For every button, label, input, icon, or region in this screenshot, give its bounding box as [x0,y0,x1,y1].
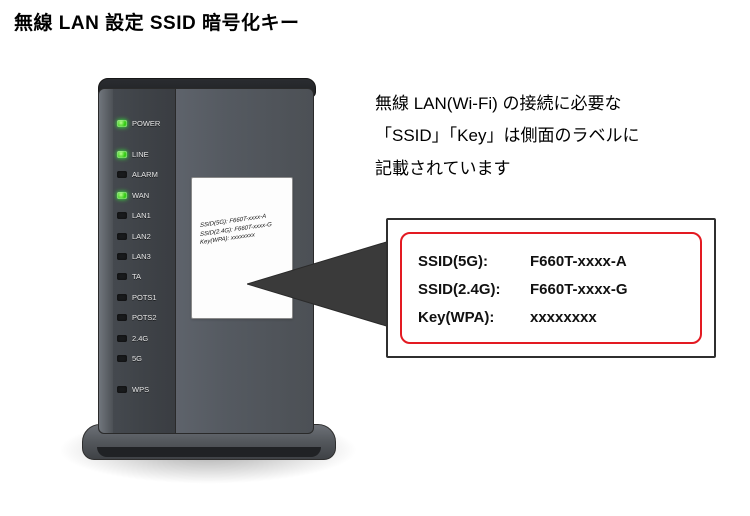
callout-pointer [247,234,393,334]
led-row-power: POWER [117,113,175,133]
led-alarm-icon [117,171,127,178]
led-row-wan: WAN [117,185,175,205]
callout-value: F660T-xxxx-G [530,276,684,304]
led-label: LINE [132,150,149,159]
led-pots2-icon [117,314,127,321]
led-line-icon [117,151,127,158]
led-label: POWER [132,119,160,128]
callout-row: SSID(2.4G):F660T-xxxx-G [418,276,684,304]
description-line: 記載されています [375,153,715,185]
led-gap [117,133,175,144]
led-row-alarm: ALARM [117,165,175,185]
led-ta-icon [117,273,127,280]
led-5g-icon [117,355,127,362]
led-pots1-icon [117,294,127,301]
led-label: POTS1 [132,293,157,302]
router-led-list: POWER LINE ALARM WAN LAN1 LAN2 LAN3 TA POTS1 POTS… [117,113,175,400]
led-wps-icon [117,386,127,393]
led-label: 2.4G [132,334,148,343]
led-label: POTS2 [132,313,157,322]
led-row-lan1: LAN1 [117,206,175,226]
callout-inner: SSID(5G):F660T-xxxx-ASSID(2.4G):F660T-xx… [400,232,702,344]
led-24g-icon [117,335,127,342]
description-text: 無線 LAN(Wi-Fi) の接続に必要な 「SSID」「Key」は側面のラベル… [375,88,715,185]
callout-value: xxxxxxxx [530,304,684,332]
callout-row: Key(WPA):xxxxxxxx [418,304,684,332]
led-row-5g: 5G [117,348,175,368]
led-row-pots1: POTS1 [117,287,175,307]
led-row-pots2: POTS2 [117,308,175,328]
callout-row: SSID(5G):F660T-xxxx-A [418,248,684,276]
callout-key: Key(WPA): [418,304,530,332]
description-line: 「SSID」「Key」は側面のラベルに [375,120,715,152]
led-label: ALARM [132,170,158,179]
led-lan1-icon [117,212,127,219]
led-label: 5G [132,354,142,363]
callout-key: SSID(2.4G): [418,276,530,304]
led-row-wps: WPS [117,380,175,400]
led-gap [117,369,175,380]
led-label: LAN3 [132,252,151,261]
led-row-lan2: LAN2 [117,226,175,246]
led-label: WPS [132,385,149,394]
led-row-24g: 2.4G [117,328,175,348]
led-row-ta: TA [117,267,175,287]
led-wan-icon [117,192,127,199]
led-label: LAN1 [132,211,151,220]
led-row-line: LINE [117,144,175,164]
led-row-lan3: LAN3 [117,246,175,266]
callout-value: F660T-xxxx-A [530,248,684,276]
router-front-panel: POWER LINE ALARM WAN LAN1 LAN2 LAN3 TA POTS1 POTS… [98,88,176,434]
page-title: 無線 LAN 設定 SSID 暗号化キー [14,8,300,35]
led-power-icon [117,120,127,127]
led-lan3-icon [117,253,127,260]
led-label: WAN [132,191,149,200]
led-lan2-icon [117,233,127,240]
led-label: TA [132,272,141,281]
callout: SSID(5G):F660T-xxxx-ASSID(2.4G):F660T-xx… [386,218,716,358]
description-line: 無線 LAN(Wi-Fi) の接続に必要な [375,88,715,120]
callout-key: SSID(5G): [418,248,530,276]
router-front-edge [99,89,113,433]
led-label: LAN2 [132,232,151,241]
